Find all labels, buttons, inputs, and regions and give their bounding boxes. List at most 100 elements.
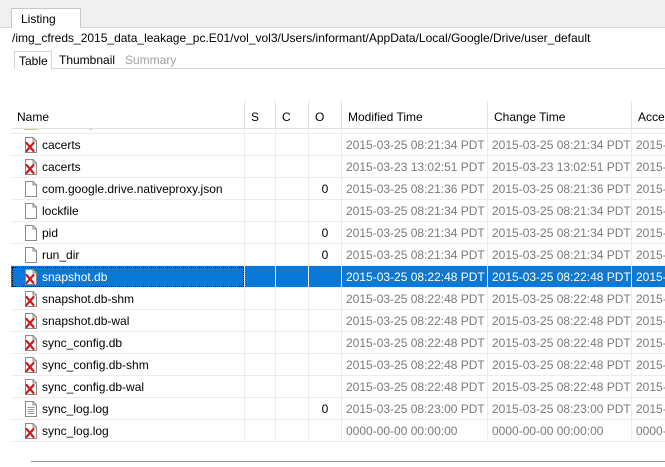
tab-thumbnail[interactable]: Thumbnail bbox=[56, 51, 118, 69]
change-time-cell: 0000-00-00 00:00:00 bbox=[488, 420, 632, 442]
modified-time-cell-text: 0000-00-00 00:00:00 bbox=[346, 424, 458, 438]
tab-listing[interactable]: Listing bbox=[11, 8, 81, 28]
tab-table[interactable]: Table bbox=[14, 51, 52, 69]
change-time-cell: 2015-03-23 13:02:51 PDT bbox=[488, 156, 632, 178]
c-cell bbox=[276, 178, 309, 200]
name-cell-text: sync_config.db-shm bbox=[42, 358, 149, 372]
change-time-cell-text: 2015-03-25 08:21:34 PDT bbox=[492, 138, 631, 152]
c-cell bbox=[276, 244, 309, 266]
table-row[interactable]: snapshot.db-wal 2015-03-25 08:22:48 PDT 20… bbox=[11, 310, 665, 332]
modified-time-cell: 2015-03-25 08:22:48 PDT bbox=[342, 354, 488, 376]
tab-summary: Summary bbox=[122, 51, 182, 69]
table-row[interactable]: com.google.drive.nativeproxy.json 0 2015-0… bbox=[11, 178, 665, 200]
modified-time-cell: 2015-03-25 08:21:34 PDT bbox=[342, 200, 488, 222]
deleted-file-icon bbox=[24, 357, 38, 373]
name-cell-text: pid bbox=[42, 226, 59, 240]
modified-time-cell: 2015-03-25 08:21:34 PDT bbox=[342, 244, 488, 266]
modified-time-cell-text: 2015-03-25 08:22:48 PDT bbox=[346, 314, 485, 328]
column-header-s[interactable]: S bbox=[245, 101, 276, 128]
name-cell: cacerts bbox=[11, 156, 245, 178]
file-icon bbox=[24, 247, 38, 263]
change-time-cell: 2015-03-25 08:22:48 PDT bbox=[488, 288, 632, 310]
column-header-accessed-label: Acce bbox=[638, 110, 665, 124]
table-row[interactable]: snapshot.db 2015-03-25 08:22:48 PDT 2015-0… bbox=[11, 266, 665, 288]
modified-time-cell: 2015-03-25 08:22:48 PDT bbox=[342, 288, 488, 310]
modified-time-cell-text: 2015-03-25 08:21:36 PDT bbox=[346, 182, 485, 196]
column-header-accessed-time[interactable]: Acce bbox=[632, 101, 665, 128]
column-header-o-label: O bbox=[315, 110, 325, 124]
column-header-modified-time[interactable]: Modified Time bbox=[342, 101, 488, 128]
change-time-cell-text: 2015-03-23 13:02:51 PDT bbox=[492, 160, 631, 174]
modified-time-cell: 2015-03-25 08:22:48 PDT bbox=[342, 266, 488, 288]
file-icon bbox=[24, 203, 38, 219]
table-row[interactable]: sync_log.log 0000-00-00 00:00:00 0000-00-0… bbox=[11, 420, 665, 442]
accessed-time-cell-text: 2015- bbox=[636, 226, 665, 240]
s-cell bbox=[245, 398, 276, 420]
accessed-time-cell-text: 2015- bbox=[636, 314, 665, 328]
c-cell bbox=[276, 332, 309, 354]
table-row[interactable]: sync_config.db 2015-03-25 08:22:48 PDT 201… bbox=[11, 332, 665, 354]
o-cell bbox=[309, 310, 342, 332]
change-time-cell: 2015-03-25 08:21:34 PDT bbox=[488, 244, 632, 266]
name-cell-text: lockfile bbox=[42, 204, 79, 218]
o-cell bbox=[309, 266, 342, 288]
file-icon bbox=[24, 225, 38, 241]
change-time-cell: 2015-03-25 08:22:48 PDT bbox=[488, 376, 632, 398]
table-row[interactable]: cacerts 2015-03-25 08:21:34 PDT 2015-03-25… bbox=[11, 134, 665, 156]
deleted-file-icon bbox=[24, 291, 38, 307]
accessed-time-cell: 2015- bbox=[632, 266, 665, 288]
deleted-file-icon bbox=[24, 335, 38, 351]
table-row[interactable]: cacerts 2015-03-23 13:02:51 PDT 2015-03-23… bbox=[11, 156, 665, 178]
file-table[interactable]: CrashReports2015-03-23 13:02:51 PDT2015-… bbox=[11, 101, 665, 457]
modified-time-cell: 2015-03-25 08:22:48 PDT bbox=[342, 310, 488, 332]
table-header: Name S C O Modified Time Change Time Acc… bbox=[11, 101, 665, 129]
column-header-name[interactable]: Name bbox=[11, 101, 245, 128]
change-time-cell-text: 2015-03-25 08:22:48 PDT bbox=[492, 270, 631, 284]
s-cell bbox=[245, 332, 276, 354]
c-cell bbox=[276, 420, 309, 442]
horizontal-scrollbar[interactable] bbox=[11, 457, 665, 467]
change-time-cell-text: 2015-03-25 08:22:48 PDT bbox=[492, 292, 631, 306]
column-header-o[interactable]: O bbox=[309, 101, 342, 128]
table-row[interactable]: pid 0 2015-03-25 08:21:34 PDT 2015-03-25 08… bbox=[11, 222, 665, 244]
accessed-time-cell: 2015- bbox=[632, 134, 665, 156]
tab-table-label: Table bbox=[19, 54, 48, 68]
table-body: CrashReports2015-03-23 13:02:51 PDT2015-… bbox=[11, 112, 665, 442]
modified-time-cell-text: 2015-03-25 08:23:00 PDT bbox=[346, 402, 485, 416]
change-time-cell: 2015-03-25 08:23:00 PDT bbox=[488, 398, 632, 420]
modified-time-cell-text: 2015-03-25 08:22:48 PDT bbox=[346, 336, 485, 350]
column-header-modified-label: Modified Time bbox=[348, 110, 423, 124]
column-header-c-label: C bbox=[282, 110, 291, 124]
accessed-time-cell-text: 2015- bbox=[636, 336, 665, 350]
accessed-time-cell: 2015- bbox=[632, 310, 665, 332]
view-tabs: Table Thumbnail Summary bbox=[0, 49, 665, 69]
c-cell bbox=[276, 398, 309, 420]
accessed-time-cell-text: 2015- bbox=[636, 402, 665, 416]
table-row[interactable]: sync_config.db-shm 2015-03-25 08:22:48 PD… bbox=[11, 354, 665, 376]
table-row[interactable]: sync_config.db-wal 2015-03-25 08:22:48 PD… bbox=[11, 376, 665, 398]
deleted-file-icon bbox=[24, 137, 38, 153]
o-cell: 0 bbox=[309, 222, 342, 244]
table-row[interactable]: sync_log.log 0 2015-03-25 08:23:00 PDT 2015… bbox=[11, 398, 665, 420]
change-time-cell: 2015-03-25 08:22:48 PDT bbox=[488, 354, 632, 376]
table-row[interactable]: run_dir 0 2015-03-25 08:21:34 PDT 2015-03-2… bbox=[11, 244, 665, 266]
c-cell bbox=[276, 156, 309, 178]
change-time-cell: 2015-03-25 08:21:34 PDT bbox=[488, 200, 632, 222]
accessed-time-cell-text: 2015- bbox=[636, 138, 665, 152]
o-cell bbox=[309, 134, 342, 156]
column-header-c[interactable]: C bbox=[276, 101, 309, 128]
c-cell bbox=[276, 200, 309, 222]
change-time-cell-text: 2015-03-25 08:21:34 PDT bbox=[492, 226, 631, 240]
modified-time-cell-text: 2015-03-25 08:21:34 PDT bbox=[346, 226, 485, 240]
accessed-time-cell-text: 0000- bbox=[636, 424, 665, 438]
table-row[interactable]: snapshot.db-shm 2015-03-25 08:22:48 PDT 20… bbox=[11, 288, 665, 310]
table-row[interactable]: lockfile 2015-03-25 08:21:34 PDT 2015-03-2… bbox=[11, 200, 665, 222]
accessed-time-cell-text: 2015- bbox=[636, 160, 665, 174]
column-header-change-time[interactable]: Change Time bbox=[488, 101, 632, 128]
accessed-time-cell: 2015- bbox=[632, 376, 665, 398]
s-cell bbox=[245, 266, 276, 288]
o-cell bbox=[309, 200, 342, 222]
s-cell bbox=[245, 222, 276, 244]
deleted-file-icon bbox=[24, 313, 38, 329]
modified-time-cell-text: 2015-03-25 08:21:34 PDT bbox=[346, 248, 485, 262]
